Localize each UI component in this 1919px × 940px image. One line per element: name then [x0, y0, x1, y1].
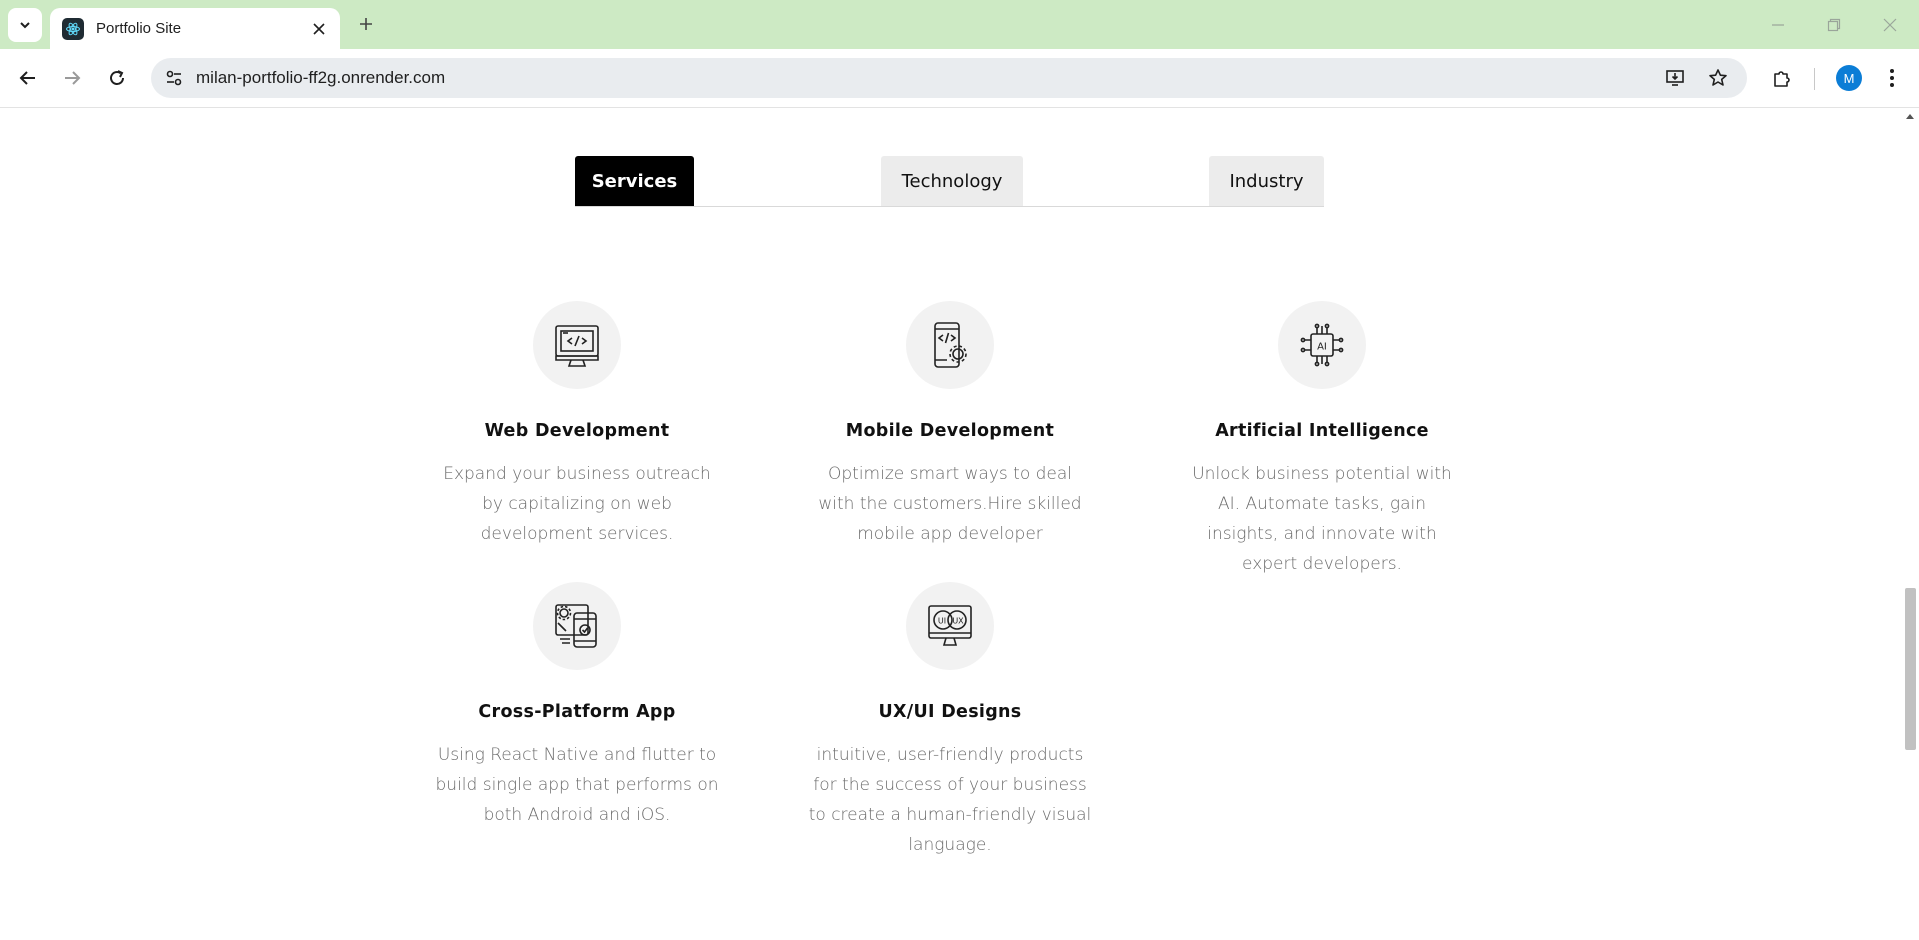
service-title: Mobile Development	[845, 421, 1055, 441]
artificial-intelligence-icon: AI	[1278, 301, 1366, 389]
url-text[interactable]: milan-portfolio-ff2g.onrender.com	[196, 58, 445, 98]
service-card-ux-ui-designs: UI UX UX/UI Designs intuitive, user-frie…	[800, 582, 1100, 860]
more-vertical-icon	[1890, 69, 1894, 87]
service-title: Artificial Intelligence	[1215, 421, 1429, 441]
scroll-up-arrow-icon[interactable]	[1906, 114, 1914, 119]
star-icon	[1709, 69, 1727, 86]
service-title: Web Development	[484, 421, 670, 441]
minimize-icon	[1772, 24, 1784, 26]
profile-avatar[interactable]: M	[1836, 65, 1862, 91]
bookmark-button[interactable]	[1703, 63, 1733, 93]
restore-button[interactable]	[1818, 9, 1850, 41]
browser-tab-bar: Portfolio Site	[0, 0, 1919, 49]
tab-technology[interactable]: Technology	[881, 156, 1023, 206]
service-title: Cross-Platform App	[478, 702, 676, 722]
minimize-button[interactable]	[1762, 9, 1794, 41]
new-tab-button[interactable]	[352, 10, 380, 38]
address-bar[interactable]: milan-portfolio-ff2g.onrender.com	[151, 58, 1747, 98]
page-scrollbar[interactable]	[1902, 109, 1919, 940]
close-window-button[interactable]	[1874, 9, 1906, 41]
toolbar-divider	[1814, 68, 1815, 90]
service-description: intuitive, user-friendly products for th…	[808, 745, 1092, 855]
tab-services[interactable]: Services	[575, 156, 694, 206]
browser-tab[interactable]: Portfolio Site	[50, 8, 340, 49]
tab-close-button[interactable]	[306, 16, 332, 42]
arrow-right-icon	[65, 71, 81, 85]
react-favicon-icon	[62, 17, 84, 40]
service-description: Expand your business outreach by capital…	[443, 464, 711, 544]
install-app-icon	[1666, 70, 1684, 86]
reload-icon	[110, 70, 124, 85]
back-button[interactable]	[12, 62, 44, 94]
svg-text:UX: UX	[952, 617, 964, 626]
tune-icon	[166, 70, 182, 86]
browser-toolbar: milan-portfolio-ff2g.onrender.com M	[0, 49, 1919, 108]
scrollbar-thumb[interactable]	[1905, 588, 1916, 750]
browser-menu-button[interactable]	[1876, 62, 1908, 94]
chevron-down-icon	[20, 22, 30, 29]
mobile-development-icon	[906, 301, 994, 389]
service-card-cross-platform-app: Cross-Platform App Using React Native an…	[427, 582, 727, 830]
service-description: Unlock business potential with AI. Autom…	[1192, 464, 1452, 574]
ux-ui-design-icon: UI UX	[906, 582, 994, 670]
tab-industry[interactable]: Industry	[1209, 156, 1324, 206]
service-description: Using React Native and flutter to build …	[435, 745, 719, 825]
service-card-mobile-development: Mobile Development Optimize smart ways t…	[800, 301, 1100, 549]
cross-platform-icon	[533, 582, 621, 670]
reload-button[interactable]	[101, 62, 133, 94]
service-card-artificial-intelligence: AI Artificial Intelligence Unlock busine…	[1172, 301, 1472, 579]
service-title: UX/UI Designs	[878, 702, 1022, 722]
forward-button[interactable]	[56, 62, 88, 94]
tab-title: Portfolio Site	[96, 20, 182, 37]
page-viewport: Services Technology Industry Web Develop…	[0, 109, 1919, 940]
services-tab-list: Services Technology Industry	[575, 156, 1324, 207]
close-icon	[313, 22, 325, 35]
svg-text:UI: UI	[938, 617, 946, 626]
web-development-icon	[533, 301, 621, 389]
site-info-button[interactable]	[159, 63, 189, 93]
plus-icon	[360, 18, 372, 30]
service-description: Optimize smart ways to deal with the cus…	[818, 464, 1082, 544]
service-card-web-development: Web Development Expand your business out…	[427, 301, 727, 549]
tab-search-button[interactable]	[8, 8, 42, 42]
puzzle-icon	[1774, 71, 1790, 87]
install-app-button[interactable]	[1660, 63, 1690, 93]
svg-text:AI: AI	[1317, 342, 1327, 353]
arrow-left-icon	[19, 71, 35, 85]
close-icon	[1883, 18, 1897, 32]
restore-icon	[1827, 18, 1841, 32]
extensions-button[interactable]	[1766, 62, 1798, 94]
